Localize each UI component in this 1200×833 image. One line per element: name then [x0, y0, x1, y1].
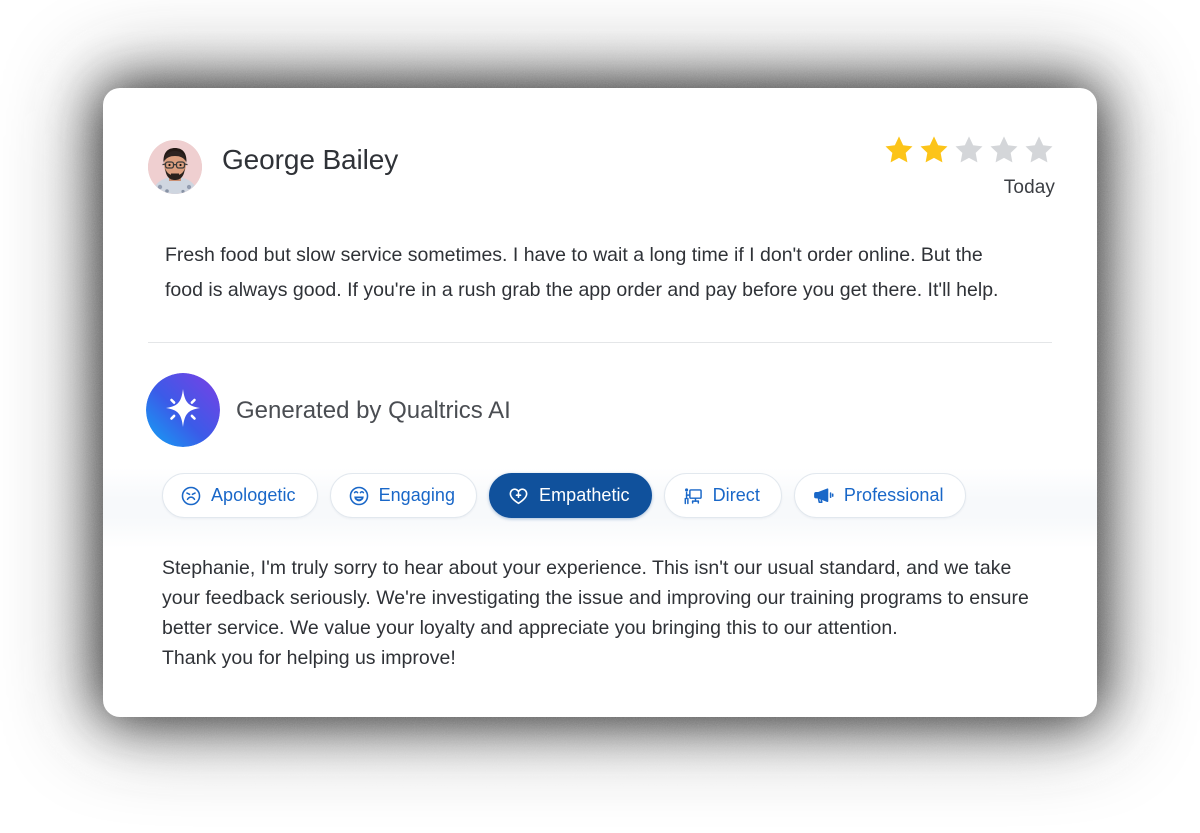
ai-response-closing: Thank you for helping us improve!	[162, 647, 456, 669]
tone-chip-engaging[interactable]: Engaging	[329, 473, 478, 518]
star-icon-2[interactable]	[918, 134, 950, 166]
tone-chip-label: Engaging	[378, 485, 456, 505]
review-timestamp: Today	[1003, 177, 1055, 198]
star-icon-1[interactable]	[883, 134, 915, 166]
tone-chip-label: Empathetic	[539, 485, 630, 505]
megaphone-icon	[812, 484, 835, 507]
heart-plus-icon	[507, 484, 530, 507]
star-icon-3[interactable]	[953, 134, 985, 166]
page-background: George Bailey Today Fresh food but slow …	[0, 0, 1200, 833]
user-avatar-photo	[148, 140, 202, 194]
rating-block: Today	[883, 134, 1055, 199]
tone-chip-label: Direct	[712, 485, 760, 505]
ai-sparkle-icon	[146, 373, 220, 447]
section-divider	[148, 342, 1052, 343]
presentation-icon	[682, 485, 704, 507]
avatar	[148, 140, 202, 194]
ai-badge	[146, 373, 220, 447]
star-icon-4[interactable]	[988, 134, 1020, 166]
laughing-face-icon	[348, 485, 370, 507]
tone-chip-label: Apologetic	[211, 485, 296, 505]
review-card: George Bailey Today Fresh food but slow …	[103, 88, 1097, 717]
tone-chip-apologetic[interactable]: Apologetic	[162, 473, 318, 518]
review-body-text: Fresh food but slow service sometimes. I…	[165, 244, 999, 301]
tone-selector-row: Apologetic Engaging Empathetic Direct Pr…	[162, 473, 966, 518]
review-header: George Bailey Today	[148, 134, 1055, 206]
sad-face-icon	[180, 485, 202, 507]
reviewer-name: George Bailey	[222, 144, 399, 175]
tone-chip-professional[interactable]: Professional	[793, 473, 966, 518]
star-rating[interactable]	[883, 134, 1055, 166]
star-icon-5[interactable]	[1023, 134, 1055, 166]
tone-chip-direct[interactable]: Direct	[663, 473, 782, 518]
ai-response-paragraph: Stephanie, I'm truly sorry to hear about…	[162, 557, 1029, 639]
tone-chip-empathetic[interactable]: Empathetic	[489, 473, 652, 518]
ai-response-text: Stephanie, I'm truly sorry to hear about…	[162, 553, 1052, 673]
tone-chip-label: Professional	[843, 485, 944, 505]
ai-generated-title: Generated by Qualtrics AI	[236, 397, 511, 424]
